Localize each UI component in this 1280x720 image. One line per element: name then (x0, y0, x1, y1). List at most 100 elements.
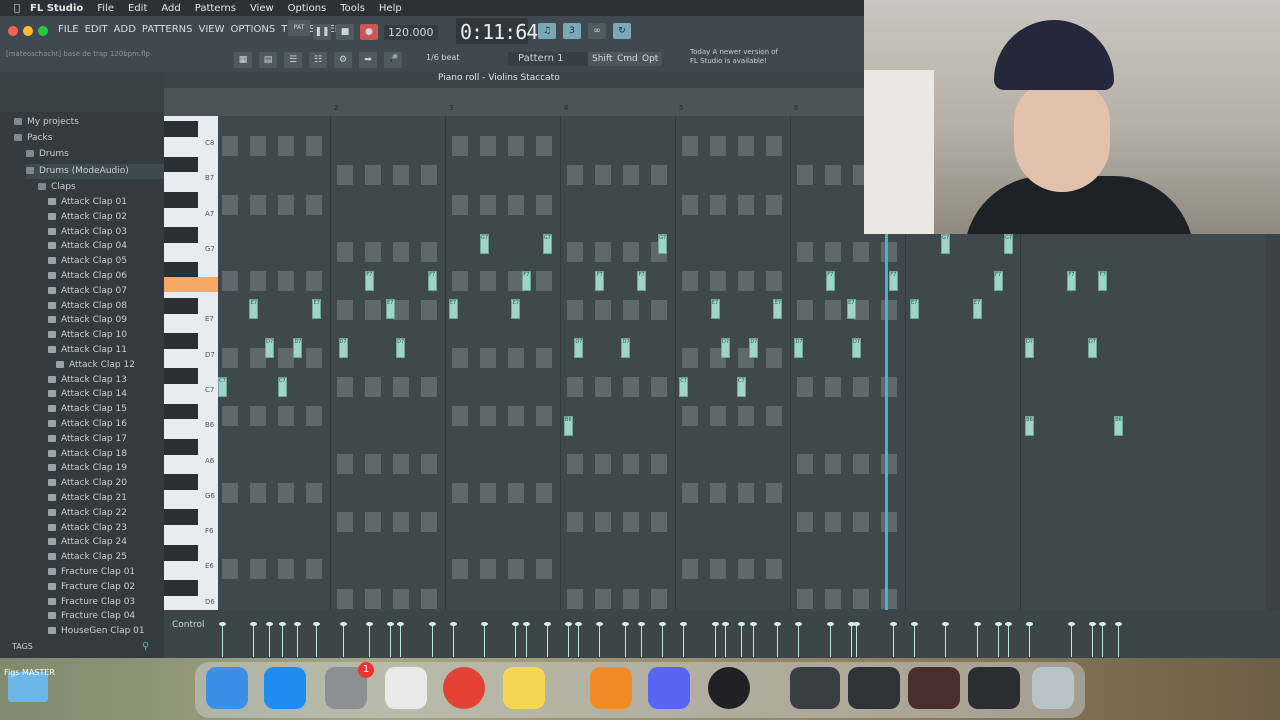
opt-button[interactable]: Opt (638, 52, 663, 66)
browser-file-item[interactable]: Attack Clap 24 (48, 535, 127, 550)
wait-icon[interactable]: ∞ (588, 23, 606, 39)
note-block[interactable]: D7 (749, 338, 759, 359)
note-block[interactable]: E7 (312, 299, 322, 320)
tempo-display[interactable]: 120.000 (384, 25, 438, 40)
note-block[interactable]: C7 (679, 377, 689, 398)
note-block[interactable]: E7 (448, 299, 458, 320)
zoom-window-icon[interactable] (38, 26, 48, 36)
velocity-stem[interactable] (397, 622, 405, 657)
menu-app-name[interactable]: FL Studio (30, 3, 83, 14)
fl-menu-view[interactable]: VIEW (199, 24, 225, 35)
browser-file-item[interactable]: Attack Clap 13 (48, 373, 127, 388)
velocity-stem[interactable] (889, 622, 897, 657)
menu-options[interactable]: Options (288, 3, 327, 14)
notes-icon[interactable] (503, 667, 545, 709)
browser-file-item[interactable]: Attack Clap 04 (48, 239, 127, 254)
pattern-selector[interactable]: Pattern 1 (508, 52, 588, 66)
trash-icon[interactable] (1032, 667, 1074, 709)
piano-keyboard[interactable] (164, 116, 218, 610)
discord-icon[interactable] (648, 667, 690, 709)
tags-label[interactable]: TAGS (12, 642, 33, 651)
note-block[interactable]: D7 (721, 338, 731, 359)
channel-rack-icon[interactable]: ☰ (284, 52, 302, 68)
app-store-icon[interactable] (264, 667, 306, 709)
note-block[interactable]: G7 (1004, 234, 1013, 255)
note-block[interactable]: D7 (794, 338, 804, 359)
velocity-stem[interactable] (575, 622, 583, 657)
velocity-stem[interactable] (1005, 622, 1012, 657)
menu-file[interactable]: File (97, 3, 114, 14)
note-block[interactable]: G7 (941, 234, 951, 255)
velocity-stem[interactable] (622, 622, 630, 657)
note-block[interactable]: E7 (773, 299, 783, 320)
browser-file-item[interactable]: Attack Clap 10 (48, 328, 127, 343)
note-block[interactable]: E7 (511, 299, 521, 320)
browser-file-item[interactable]: Attack Clap 16 (48, 417, 127, 432)
pause-button[interactable]: ❚❚ (313, 24, 331, 40)
velocity-stem[interactable] (365, 622, 373, 657)
browser-file-item[interactable]: Attack Clap 07 (48, 284, 127, 299)
browser-file-item[interactable]: Attack Clap 18 (48, 447, 127, 462)
window-thumbnail-4-icon[interactable] (968, 667, 1020, 709)
fl-menu-edit[interactable]: EDIT (85, 24, 108, 35)
snap-selector[interactable]: 1/6 beat (426, 53, 459, 62)
vertical-scrollbar[interactable] (1266, 240, 1280, 610)
window-thumbnail-1-icon[interactable] (790, 667, 840, 709)
velocity-stem[interactable] (942, 622, 950, 657)
black-key[interactable] (164, 191, 198, 208)
fl-menu-add[interactable]: ADD (114, 24, 136, 35)
velocity-stem[interactable] (512, 622, 520, 657)
black-key[interactable] (164, 227, 198, 244)
note-block[interactable]: C7 (736, 377, 746, 398)
note-block[interactable]: D7 (293, 338, 303, 359)
black-key[interactable] (164, 156, 198, 173)
mixer-icon[interactable]: ☷ (309, 52, 327, 68)
search-icon[interactable]: ⚲ (142, 641, 149, 652)
note-block[interactable]: F7 (427, 271, 437, 292)
velocity-stem[interactable] (722, 622, 730, 657)
note-block[interactable]: G7 (480, 234, 489, 255)
black-key[interactable] (164, 368, 198, 385)
velocity-stem[interactable] (795, 622, 803, 657)
note-block[interactable]: E7 (385, 299, 395, 320)
black-key[interactable] (164, 509, 198, 526)
note-block[interactable]: E7 (846, 299, 856, 320)
note-block[interactable]: F7 (521, 271, 531, 292)
velocity-stem[interactable] (910, 622, 918, 657)
song-time[interactable]: 0:11:64 (460, 20, 538, 44)
news-panel[interactable]: Today A newer version of FL Studio is av… (690, 48, 800, 66)
velocity-stem[interactable] (774, 622, 782, 657)
velocity-stem[interactable] (847, 622, 855, 657)
menu-help[interactable]: Help (379, 3, 402, 14)
velocity-stem[interactable] (1088, 622, 1096, 657)
note-block[interactable]: E7 (710, 299, 720, 320)
browser-file-item[interactable]: Attack Clap 03 (48, 225, 127, 240)
velocity-stem[interactable] (659, 622, 667, 657)
browser-file-item[interactable]: Attack Clap 02 (48, 210, 127, 225)
fl-menu-patterns[interactable]: PATTERNS (142, 24, 193, 35)
note-block[interactable]: F7 (888, 271, 898, 292)
menu-view[interactable]: View (250, 3, 274, 14)
browser-folder[interactable]: Drums (26, 147, 164, 162)
velocity-stem[interactable] (313, 622, 321, 657)
browser-file-item[interactable]: Attack Clap 05 (48, 254, 127, 269)
browser-file-item[interactable]: HouseGen Clap 01 (48, 624, 145, 639)
velocity-stem[interactable] (522, 622, 530, 657)
browser-file-item[interactable]: Attack Clap 22 (48, 506, 127, 521)
menu-tools[interactable]: Tools (340, 3, 365, 14)
browser-file-item[interactable]: Fracture Clap 02 (48, 580, 135, 595)
note-block[interactable]: D7 (265, 338, 275, 359)
velocity-stem[interactable] (973, 622, 981, 657)
playlist-icon[interactable]: ▦ (234, 52, 252, 68)
control-lane-label[interactable]: Control (172, 620, 205, 630)
note-block[interactable]: D7 (852, 338, 862, 359)
event-control-lane[interactable] (164, 610, 1280, 658)
note-block[interactable]: D7 (1024, 338, 1034, 359)
browser-file-item[interactable]: Attack Clap 08 (48, 299, 127, 314)
velocity-stem[interactable] (638, 622, 646, 657)
window-thumbnail-3-icon[interactable] (908, 667, 960, 709)
browser-folder[interactable]: Claps (38, 180, 164, 195)
note-block[interactable]: G7 (658, 234, 668, 255)
stop-button[interactable]: ■ (336, 24, 354, 40)
velocity-stem[interactable] (266, 622, 274, 657)
